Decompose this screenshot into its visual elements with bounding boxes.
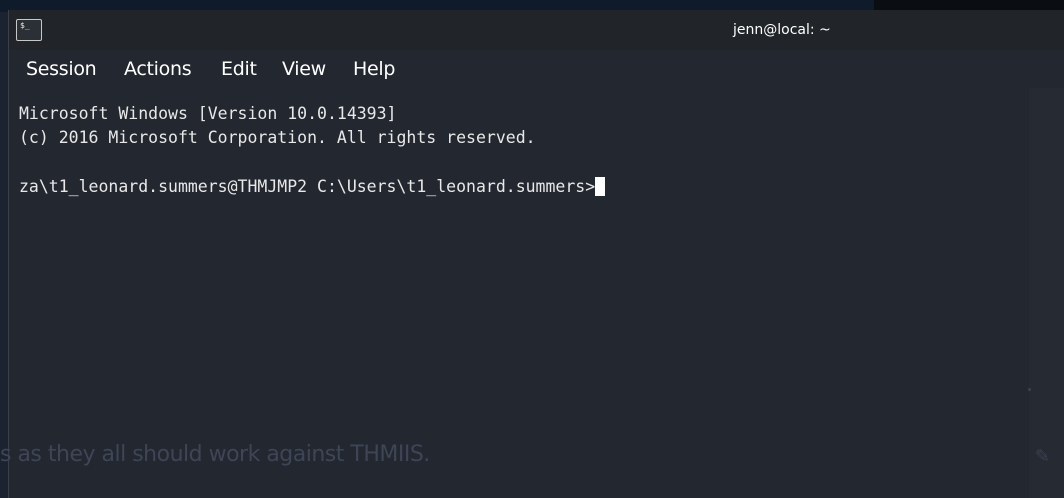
menu-session[interactable]: Session <box>26 58 97 80</box>
terminal-line: (c) 2016 Microsoft Corporation. All righ… <box>19 128 536 147</box>
text-cursor <box>595 177 606 196</box>
window-title: jenn@local: ~ <box>733 22 831 38</box>
terminal-prompt-line: za\t1_leonard.summers@THMJMP2 C:\Users\t… <box>19 177 606 197</box>
menu-edit[interactable]: Edit <box>221 58 257 80</box>
terminal-icon[interactable]: $_ <box>16 19 42 41</box>
menubar: Session Actions Edit View Help <box>9 50 1064 88</box>
scroll-indicator <box>1028 388 1031 391</box>
terminal-prompt: za\t1_leonard.summers@THMJMP2 C:\Users\t… <box>19 177 596 196</box>
terminal-line: Microsoft Windows [Version 10.0.14393] <box>19 104 397 123</box>
menu-actions[interactable]: Actions <box>124 58 192 80</box>
terminal-output[interactable]: Microsoft Windows [Version 10.0.14393] (… <box>9 88 1029 498</box>
terminal-window[interactable]: $_ jenn@local: ~ Session Actions Edit Vi… <box>8 10 1064 498</box>
titlebar[interactable]: $_ jenn@local: ~ <box>9 10 1064 50</box>
menu-help[interactable]: Help <box>353 58 395 80</box>
scrollbar[interactable] <box>1028 88 1064 498</box>
pencil-icon: ✎ <box>1034 446 1050 467</box>
menu-view[interactable]: View <box>282 58 326 80</box>
